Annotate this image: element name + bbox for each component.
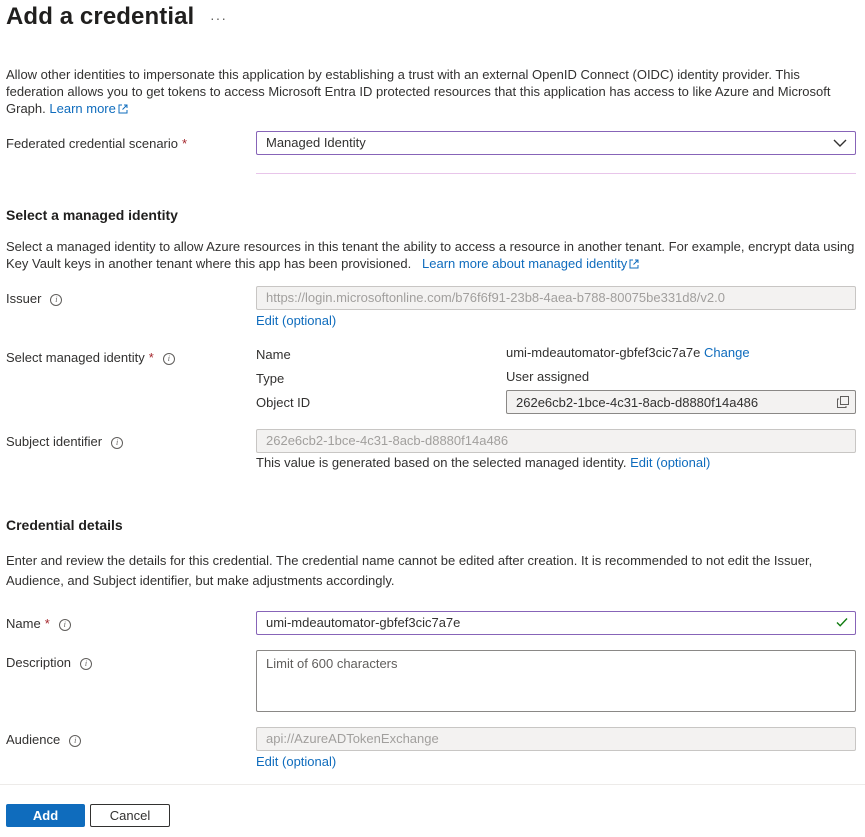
learn-more-managed-identity-label: Learn more about managed identity [422, 256, 628, 271]
select-identity-label: Select managed identity * i [6, 350, 175, 365]
name-input-value: umi-mdeautomator-gbfef3cic7a7e [266, 615, 461, 630]
identity-type-key: Type [256, 371, 285, 386]
credential-details-text: Enter and review the details for this cr… [6, 553, 813, 588]
object-id-key: Object ID [256, 395, 311, 410]
description-label: Description i [6, 655, 93, 670]
select-identity-label-text: Select managed identity [6, 350, 145, 365]
audience-label-text: Audience [6, 732, 61, 747]
managed-identity-heading: Select a managed identity [6, 207, 178, 223]
change-identity-link[interactable]: Change [704, 345, 750, 360]
learn-more-link[interactable]: Learn more [49, 101, 128, 116]
subject-edit-link[interactable]: Edit (optional) [630, 455, 710, 470]
audience-field: api://AzureADTokenExchange [256, 727, 856, 751]
scenario-selected-value: Managed Identity [266, 135, 366, 150]
external-link-icon [629, 259, 639, 269]
identity-type-value: User assigned [506, 369, 590, 384]
subject-note-text: This value is generated based on the sel… [256, 455, 627, 470]
cancel-button[interactable]: Cancel [90, 804, 170, 827]
name-label: Name * i [6, 616, 71, 631]
more-options-button[interactable]: ··· [210, 10, 227, 26]
chevron-down-icon [833, 139, 847, 147]
name-input[interactable]: umi-mdeautomator-gbfef3cic7a7e [256, 611, 856, 635]
intro-text: Allow other identities to impersonate th… [6, 66, 836, 117]
audience-edit-link[interactable]: Edit (optional) [256, 754, 336, 769]
issuer-value: https://login.microsoftonline.com/b76f6f… [266, 290, 725, 305]
info-icon[interactable]: i [50, 294, 63, 306]
name-label-text: Name [6, 616, 41, 631]
external-link-icon [118, 104, 128, 114]
managed-identity-text: Select a managed identity to allow Azure… [6, 238, 856, 272]
subject-label-text: Subject identifier [6, 434, 103, 449]
issuer-edit-link[interactable]: Edit (optional) [256, 313, 336, 328]
identity-name-value: umi-mdeautomator-gbfef3cic7a7e [506, 345, 701, 360]
learn-more-managed-identity-link[interactable]: Learn more about managed identity [422, 256, 639, 271]
audience-value: api://AzureADTokenExchange [266, 731, 439, 746]
subject-label: Subject identifier i [6, 434, 124, 449]
info-icon[interactable]: i [162, 353, 175, 365]
subject-value: 262e6cb2-1bce-4c31-8acb-d8880f14a486 [266, 433, 509, 448]
learn-more-label: Learn more [49, 101, 116, 116]
required-marker: * [148, 350, 154, 365]
credential-details-heading: Credential details [6, 517, 123, 533]
info-icon[interactable]: i [80, 658, 93, 670]
issuer-label: Issuer i [6, 291, 63, 306]
copy-icon[interactable] [837, 396, 849, 408]
issuer-field: https://login.microsoftonline.com/b76f6f… [256, 286, 856, 310]
info-icon[interactable]: i [58, 619, 71, 631]
info-icon[interactable]: i [111, 437, 124, 449]
object-id-field: 262e6cb2-1bce-4c31-8acb-d8880f14a486 [506, 390, 856, 414]
add-button[interactable]: Add [6, 804, 85, 827]
description-placeholder: Limit of 600 characters [266, 656, 398, 671]
subject-field: 262e6cb2-1bce-4c31-8acb-d8880f14a486 [256, 429, 856, 453]
description-label-text: Description [6, 655, 72, 670]
audience-label: Audience i [6, 732, 82, 747]
subject-note: This value is generated based on the sel… [256, 455, 710, 470]
required-marker: * [182, 136, 188, 151]
info-icon[interactable]: i [69, 735, 82, 747]
identity-name-key: Name [256, 347, 291, 362]
footer-divider [0, 784, 865, 785]
checkmark-icon [836, 618, 848, 627]
description-textarea[interactable]: Limit of 600 characters [256, 650, 856, 712]
required-marker: * [44, 616, 50, 631]
scenario-divider [256, 173, 856, 174]
page-title: Add a credential [6, 3, 195, 30]
issuer-label-text: Issuer [6, 291, 42, 306]
identity-name-row: umi-mdeautomator-gbfef3cic7a7e Change [506, 345, 750, 360]
scenario-label-text: Federated credential scenario [6, 136, 178, 151]
scenario-dropdown[interactable]: Managed Identity [256, 131, 856, 155]
object-id-value: 262e6cb2-1bce-4c31-8acb-d8880f14a486 [516, 395, 759, 410]
intro-description: Allow other identities to impersonate th… [6, 67, 831, 116]
scenario-label: Federated credential scenario * [6, 136, 187, 151]
